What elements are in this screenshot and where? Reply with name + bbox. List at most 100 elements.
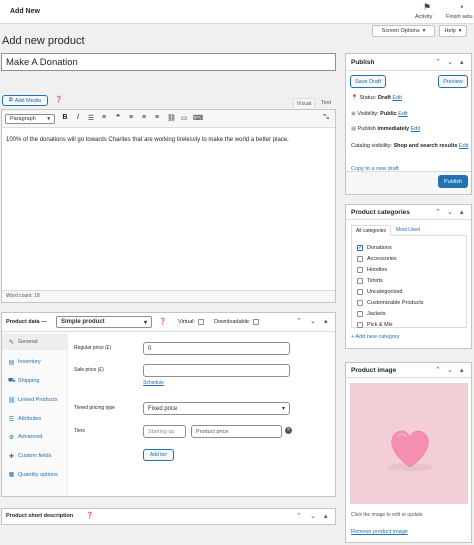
move-up-icon[interactable]: ⌃ — [435, 366, 441, 374]
flag-icon[interactable]: ⚑ — [422, 2, 432, 13]
align-left-icon[interactable]: ≡ — [127, 114, 135, 121]
clock-icon[interactable]: ◔ — [456, 2, 466, 12]
pin-icon: 📍 — [351, 95, 358, 101]
fullscreen-icon[interactable]: ⤡ — [322, 114, 330, 122]
tab-general[interactable]: ✎ General — [2, 334, 68, 350]
format-select[interactable]: Paragraph ▾ — [5, 114, 55, 124]
more-icon[interactable]: ▭ — [180, 114, 188, 122]
category-item[interactable]: Customizable Products — [357, 297, 465, 308]
screen-options-button[interactable]: Screen Options ▾ — [372, 25, 435, 37]
help-circle-icon[interactable]: ❓ — [86, 512, 93, 519]
help-circle-icon[interactable]: ❓ — [55, 96, 62, 103]
product-image-hint: Click the image to edit or update — [351, 512, 423, 518]
virtual-checkbox[interactable] — [198, 319, 204, 325]
category-checkbox[interactable] — [357, 244, 363, 251]
tab-linked-products[interactable]: ⛓ Linked Products — [2, 392, 68, 408]
tab-shipping[interactable]: ⛟ Shipping — [2, 373, 68, 389]
tab-text[interactable]: Text — [316, 98, 336, 108]
category-checkbox[interactable] — [357, 266, 363, 273]
align-center-icon[interactable]: ≡ — [140, 114, 148, 121]
bold-button[interactable]: B — [61, 114, 69, 121]
category-item[interactable]: Donations — [357, 242, 465, 253]
category-checkbox[interactable] — [357, 288, 363, 295]
align-right-icon[interactable]: ≡ — [153, 114, 161, 121]
category-checkbox[interactable] — [357, 277, 363, 284]
blockquote-icon[interactable]: ❝ — [114, 113, 122, 121]
bullet-list-icon[interactable]: ☰ — [87, 114, 95, 122]
tier-starting-quantity-placeholder: Starting qu — [148, 428, 175, 435]
publish-time-edit-link[interactable]: Edit — [411, 126, 420, 132]
tab-all-categories[interactable]: All categories — [351, 225, 391, 236]
status-edit-link[interactable]: Edit — [392, 95, 401, 101]
toolbar-toggle-icon[interactable]: ⌨ — [193, 114, 203, 122]
chevron-down-icon: ▾ — [47, 116, 50, 122]
move-down-icon[interactable]: ⌄ — [310, 512, 316, 520]
move-up-icon[interactable]: ⌃ — [296, 317, 302, 325]
category-item[interactable]: Uncategorized — [357, 286, 465, 297]
visibility-edit-link[interactable]: Edit — [398, 111, 407, 117]
collapse-icon[interactable]: ▴ — [324, 512, 328, 520]
downloadable-checkbox[interactable] — [253, 319, 259, 325]
tab-attributes[interactable]: ☰ Attributes — [2, 411, 68, 427]
category-label: Customizable Products — [367, 299, 424, 306]
activity-link[interactable]: Activity — [415, 14, 432, 20]
publish-button[interactable]: Publish — [438, 175, 468, 188]
tab-advanced[interactable]: ⚙ Advanced — [2, 429, 68, 445]
collapse-icon[interactable]: ▴ — [460, 58, 464, 66]
category-checkbox[interactable] — [357, 299, 363, 306]
move-down-icon[interactable]: ⌄ — [310, 317, 316, 325]
help-button[interactable]: Help ▾ — [439, 25, 467, 37]
move-up-icon[interactable]: ⌃ — [435, 208, 441, 216]
tiered-pricing-select[interactable]: Fixed price ▾ — [143, 402, 290, 415]
move-up-icon[interactable]: ⌃ — [435, 58, 441, 66]
collapse-icon[interactable]: ▴ — [460, 366, 464, 374]
tag-icon: ✚ — [8, 453, 15, 460]
collapse-icon[interactable]: ▴ — [460, 208, 464, 216]
move-down-icon[interactable]: ⌄ — [447, 366, 453, 374]
category-label: Tshirts — [367, 277, 383, 284]
help-circle-icon[interactable]: ❓ — [159, 318, 166, 325]
move-up-icon[interactable]: ⌃ — [296, 512, 302, 520]
move-down-icon[interactable]: ⌄ — [447, 58, 453, 66]
remove-product-image-link[interactable]: Remove product image — [351, 529, 408, 535]
category-label: Jackets — [367, 310, 386, 317]
regular-price-input[interactable]: 0 — [143, 342, 290, 355]
tab-most-used[interactable]: Most Used — [396, 227, 420, 233]
tab-inventory[interactable]: ▤ Inventory — [2, 354, 68, 370]
save-draft-button[interactable]: Save Draft — [350, 75, 386, 88]
finish-setup-link[interactable]: Finish setu — [446, 14, 473, 20]
numbered-list-icon[interactable]: ≡ — [100, 114, 108, 121]
tier-price-input[interactable]: Product price — [191, 425, 282, 438]
editor-content[interactable]: 100% of the donations will go towards Ch… — [6, 136, 332, 144]
sale-price-input[interactable] — [143, 364, 290, 377]
category-checkbox[interactable] — [357, 255, 363, 262]
category-item[interactable]: Pick & Mix — [357, 319, 465, 330]
tab-custom-fields[interactable]: ✚ Custom fields — [2, 448, 68, 464]
screen-options-label: Screen Options — [381, 28, 420, 34]
tab-visual[interactable]: Visual — [293, 98, 315, 108]
category-item[interactable]: Jackets — [357, 308, 465, 319]
category-checkbox[interactable] — [357, 310, 363, 317]
category-item[interactable]: Tshirts — [357, 275, 465, 286]
tier-starting-quantity-input[interactable]: Starting qu — [143, 425, 186, 438]
move-down-icon[interactable]: ⌄ — [447, 208, 453, 216]
product-type-select[interactable]: Simple product ▾ — [56, 316, 152, 328]
preview-button[interactable]: Preview — [438, 75, 468, 88]
category-item[interactable]: Hoodies — [357, 264, 465, 275]
product-image[interactable] — [350, 383, 468, 504]
add-new-category-link[interactable]: + Add new category — [351, 334, 399, 340]
add-media-button[interactable]: ⧉ Add Media — [2, 95, 48, 106]
collapse-icon[interactable]: ▴ — [324, 317, 328, 325]
tab-quantity-options[interactable]: ▦ Quantity options — [2, 468, 68, 490]
italic-button[interactable]: I — [74, 114, 82, 121]
category-item[interactable]: Accessories — [357, 253, 465, 264]
visibility-row: ◉ Visibility: Public Edit — [351, 111, 408, 117]
schedule-link[interactable]: Schedule — [143, 380, 164, 386]
catalog-visibility-edit-link[interactable]: Edit — [459, 143, 468, 149]
link-icon[interactable]: ⛓ — [167, 114, 176, 122]
add-tier-button[interactable]: Add tier — [143, 449, 174, 461]
remove-tier-icon[interactable]: × — [285, 427, 292, 434]
category-checkbox[interactable] — [357, 321, 363, 328]
product-title-input[interactable]: Make A Donation — [1, 53, 336, 71]
tier-price-placeholder: Product price — [196, 428, 229, 435]
